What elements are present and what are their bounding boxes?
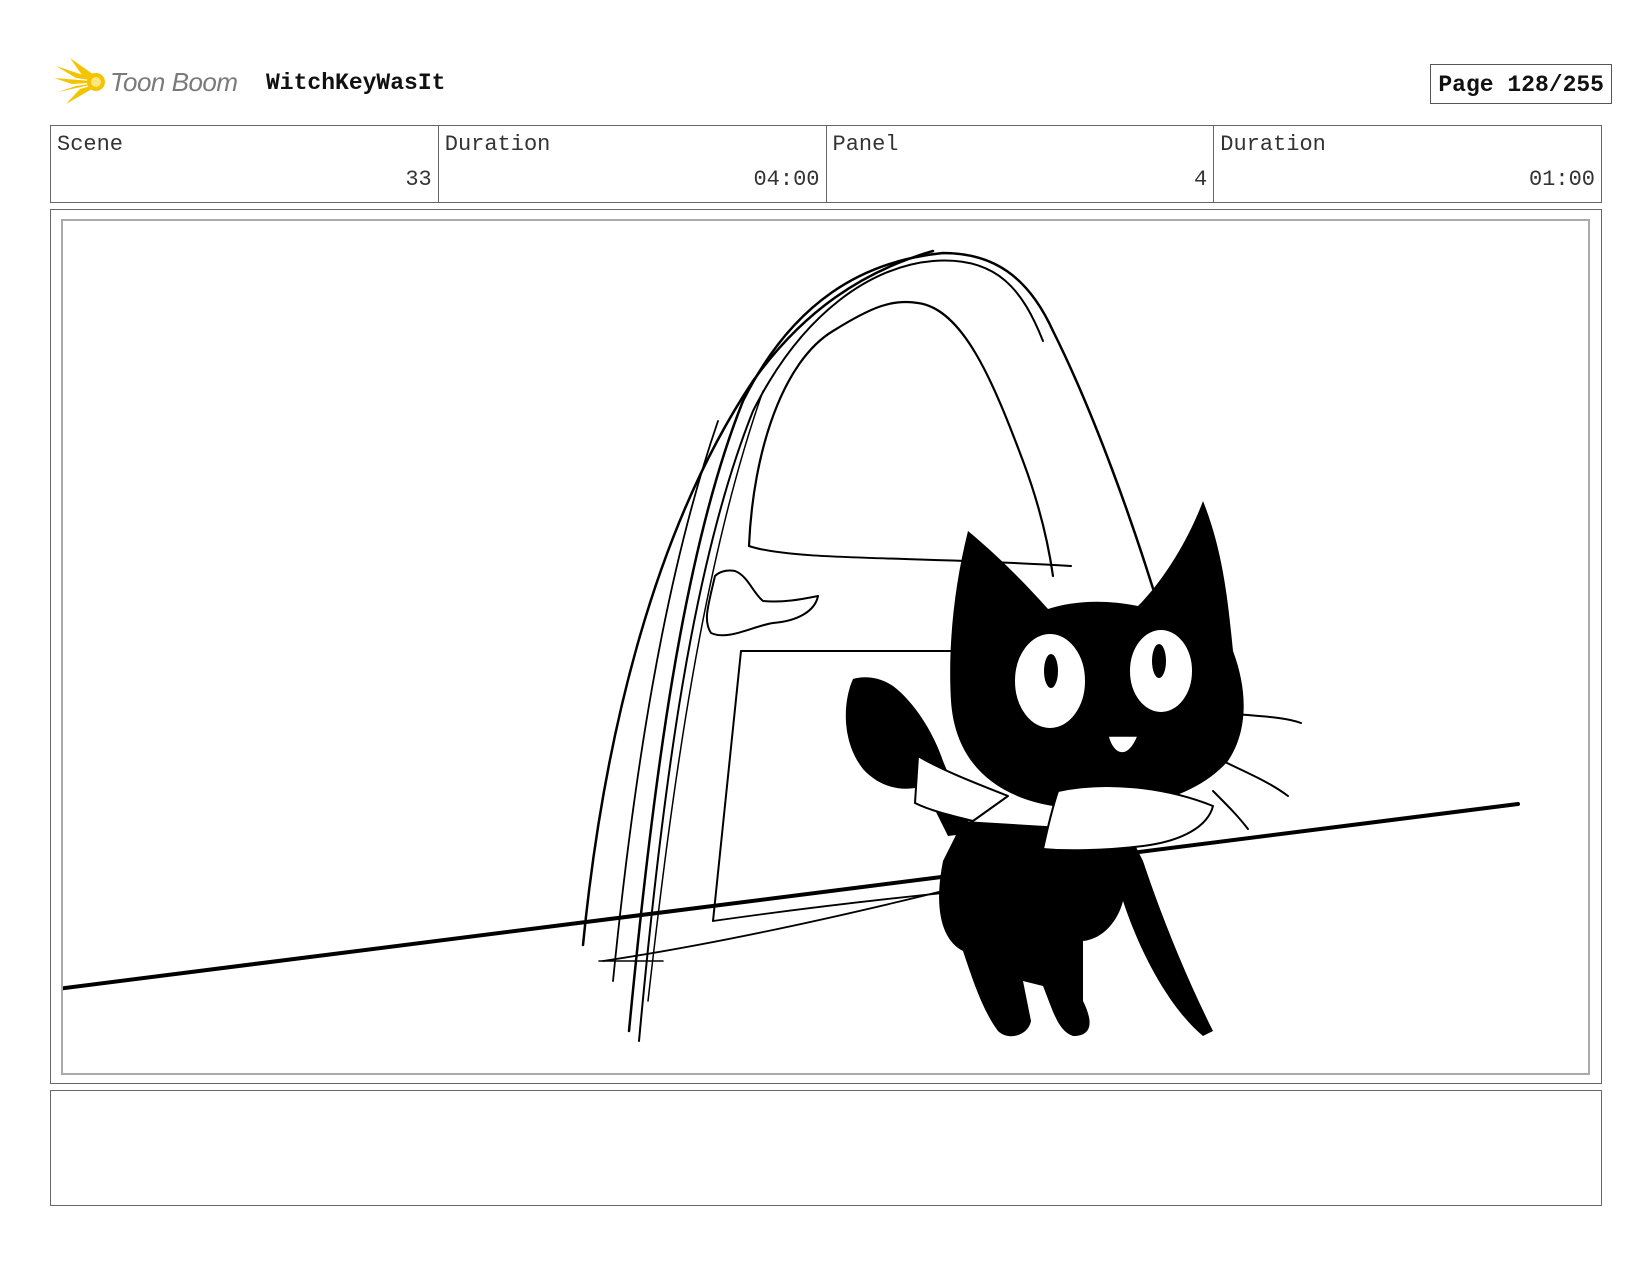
- scene-duration-label: Duration: [444, 132, 551, 157]
- panel-duration-label: Duration: [1220, 132, 1326, 157]
- brand-name: Toon Boom: [110, 67, 238, 97]
- panel-duration-value: 01:00: [1528, 167, 1595, 192]
- page-indicator: Page 128/255: [1430, 64, 1612, 104]
- panel-image-area: [61, 219, 1590, 1075]
- panel-sketch-image: [63, 249, 1520, 1042]
- scene-label: Scene: [57, 132, 124, 157]
- scene-value: 33: [405, 167, 432, 192]
- panel-label: Panel: [832, 132, 899, 157]
- scene-cell: Scene 33: [51, 126, 439, 202]
- scene-duration-cell: Duration 04:00: [439, 126, 827, 202]
- project-title: WitchKeyWasIt: [266, 70, 446, 96]
- panel-value: 4: [1194, 167, 1208, 192]
- panel-duration-cell: Duration 01:00: [1214, 126, 1601, 202]
- panel-cell: Panel 4: [827, 126, 1215, 202]
- scene-duration-value: 04:00: [753, 167, 820, 192]
- panel-frame: [50, 209, 1602, 1084]
- storyboard-header: Toon Boom WitchKeyWasIt Page 128/255: [52, 56, 1612, 108]
- panel-notes-box: [50, 1090, 1602, 1206]
- scene-info-table: Scene 33 Duration 04:00 Panel 4 Duration…: [50, 125, 1602, 203]
- toon-boom-logo-icon: [52, 56, 110, 108]
